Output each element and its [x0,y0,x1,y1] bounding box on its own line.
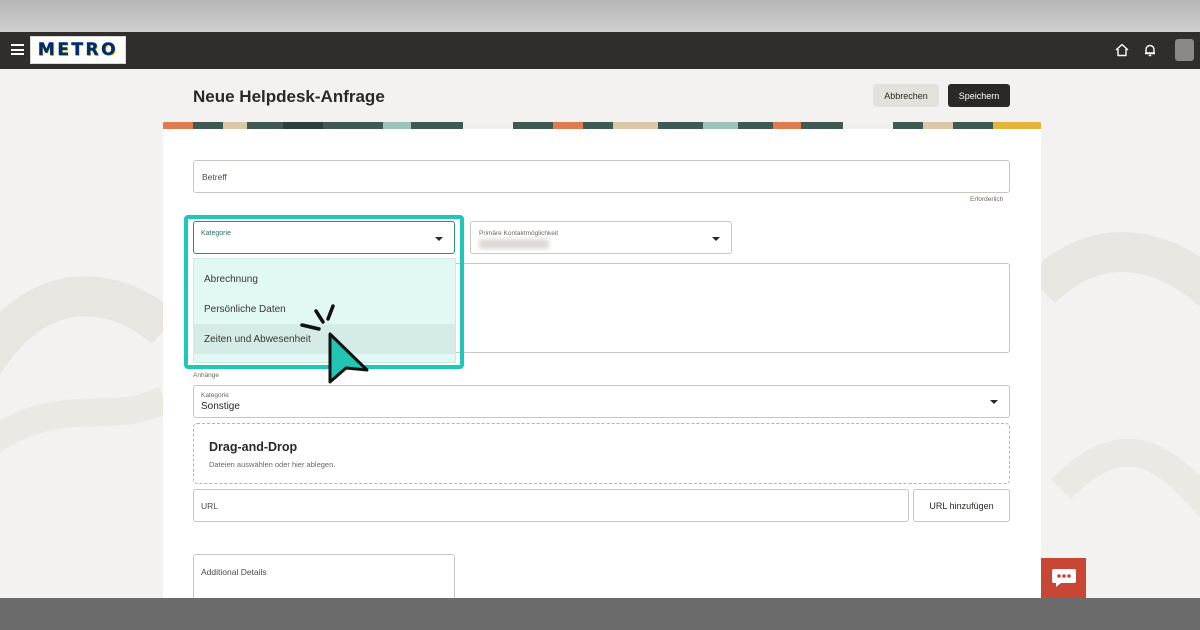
top-navbar: METRO [0,32,1200,69]
contact-method-label: Primäre Kontaktmöglichkeit [479,230,559,237]
attachment-category-select[interactable]: Kategorie Sonstige [193,385,1010,418]
browser-top-strip [0,0,1200,32]
background-decoration-right [1041,232,1200,518]
add-url-button[interactable]: URL hinzufügen [913,489,1010,522]
attachments-heading: Anhänge [193,372,220,379]
chat-icon [1051,569,1076,587]
pointer-cursor-icon [300,304,369,384]
home-icon[interactable] [1113,41,1131,59]
save-button[interactable]: Speichern [948,84,1010,107]
avatar[interactable] [1175,39,1194,61]
chat-button[interactable] [1041,558,1086,598]
page-title: Neue Helpdesk-Anfrage [193,87,385,106]
contact-method-select[interactable]: Primäre Kontaktmöglichkeit [470,221,732,254]
additional-details-label: Additional Details [201,567,267,577]
chevron-down-icon [435,237,443,241]
attachment-category-value: Sonstige [201,401,240,412]
subject-label: Betreff [202,172,227,182]
dropzone-subtitle: Dateien auswählen oder hier ablegen. [209,460,336,469]
dropdown-option[interactable]: Abrechnung [194,264,455,294]
background-decoration-left [0,276,165,453]
subject-required-hint: Erforderlich [970,196,1004,203]
logo-text: METRO [37,40,119,60]
hamburger-icon[interactable] [11,44,24,55]
category-select[interactable]: Kategorie [193,221,455,254]
cancel-button[interactable]: Abbrechen [873,84,939,107]
metro-logo[interactable]: METRO [30,36,126,64]
file-drop-zone[interactable]: Drag-and-Drop Dateien auswählen oder hie… [193,423,1010,484]
bell-icon[interactable] [1141,41,1159,59]
chevron-down-icon [990,400,998,404]
chevron-down-icon [712,237,720,241]
url-placeholder: URL [201,501,219,511]
form-card [163,129,1041,609]
dropzone-title: Drag-and-Drop [209,440,298,454]
url-input[interactable]: URL [193,489,909,522]
blurred-value [479,239,549,249]
subject-field[interactable]: Betreff [193,160,1010,193]
attachment-category-label: Kategorie [201,392,229,399]
category-label: Kategorie [201,230,231,237]
browser-bottom-strip [0,598,1200,630]
